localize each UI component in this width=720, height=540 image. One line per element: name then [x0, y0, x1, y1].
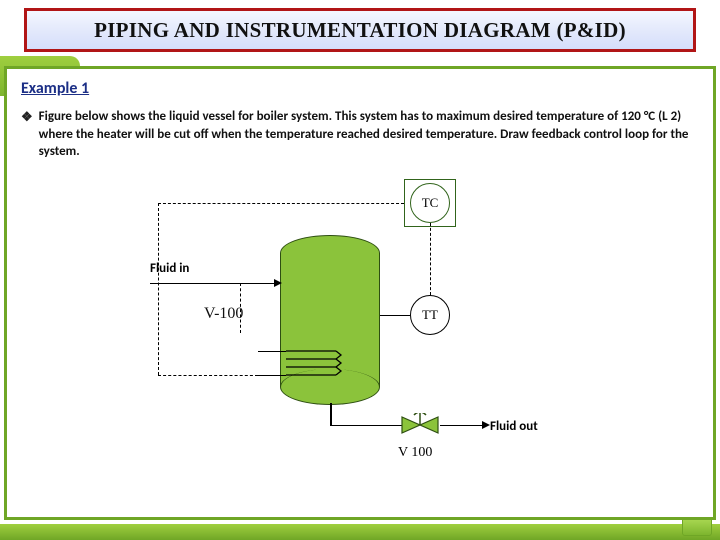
arrow-icon: [482, 421, 490, 429]
footer-bar: [0, 524, 720, 540]
coil-line: [258, 351, 286, 353]
heating-coil-icon: [286, 345, 346, 385]
dashed-signal: [158, 203, 404, 204]
arrow-icon: [274, 279, 282, 287]
fluid-in-label: Fluid in: [150, 261, 189, 276]
pid-diagram: V-100 Fluid in: [90, 175, 630, 475]
bullet-item: ❖ Figure below shows the liquid vessel f…: [21, 108, 699, 161]
tc-instrument: TC: [410, 183, 450, 223]
fluid-in-line: [150, 283, 280, 285]
diamond-bullet-icon: ❖: [21, 109, 33, 162]
slide-title-banner: PIPING AND INSTRUMENTATION DIAGRAM (P&ID…: [24, 8, 696, 52]
dashed-signal: [430, 223, 431, 295]
fluid-out-label: Fluid out: [490, 419, 538, 434]
valve-tag: V 100: [398, 445, 432, 461]
pipe-line: [330, 403, 332, 425]
control-valve-icon: [400, 413, 440, 437]
section-heading: Example 1: [21, 79, 699, 98]
signal-line: [380, 315, 410, 317]
pipe-line: [330, 425, 402, 427]
content-panel: Example 1 ❖ Figure below shows the liqui…: [4, 66, 716, 520]
tt-label: TT: [422, 307, 438, 323]
dashed-signal: [158, 203, 159, 375]
slide-title: PIPING AND INSTRUMENTATION DIAGRAM (P&ID…: [94, 18, 626, 43]
tc-label: TC: [422, 195, 439, 211]
dashed-signal: [158, 375, 258, 376]
dashed-signal: [240, 283, 241, 333]
vessel-tag: V-100: [204, 305, 243, 323]
bullet-text: Figure below shows the liquid vessel for…: [39, 108, 699, 161]
tt-instrument: TT: [410, 295, 450, 335]
coil-line: [258, 375, 286, 377]
pipe-line: [440, 425, 486, 427]
